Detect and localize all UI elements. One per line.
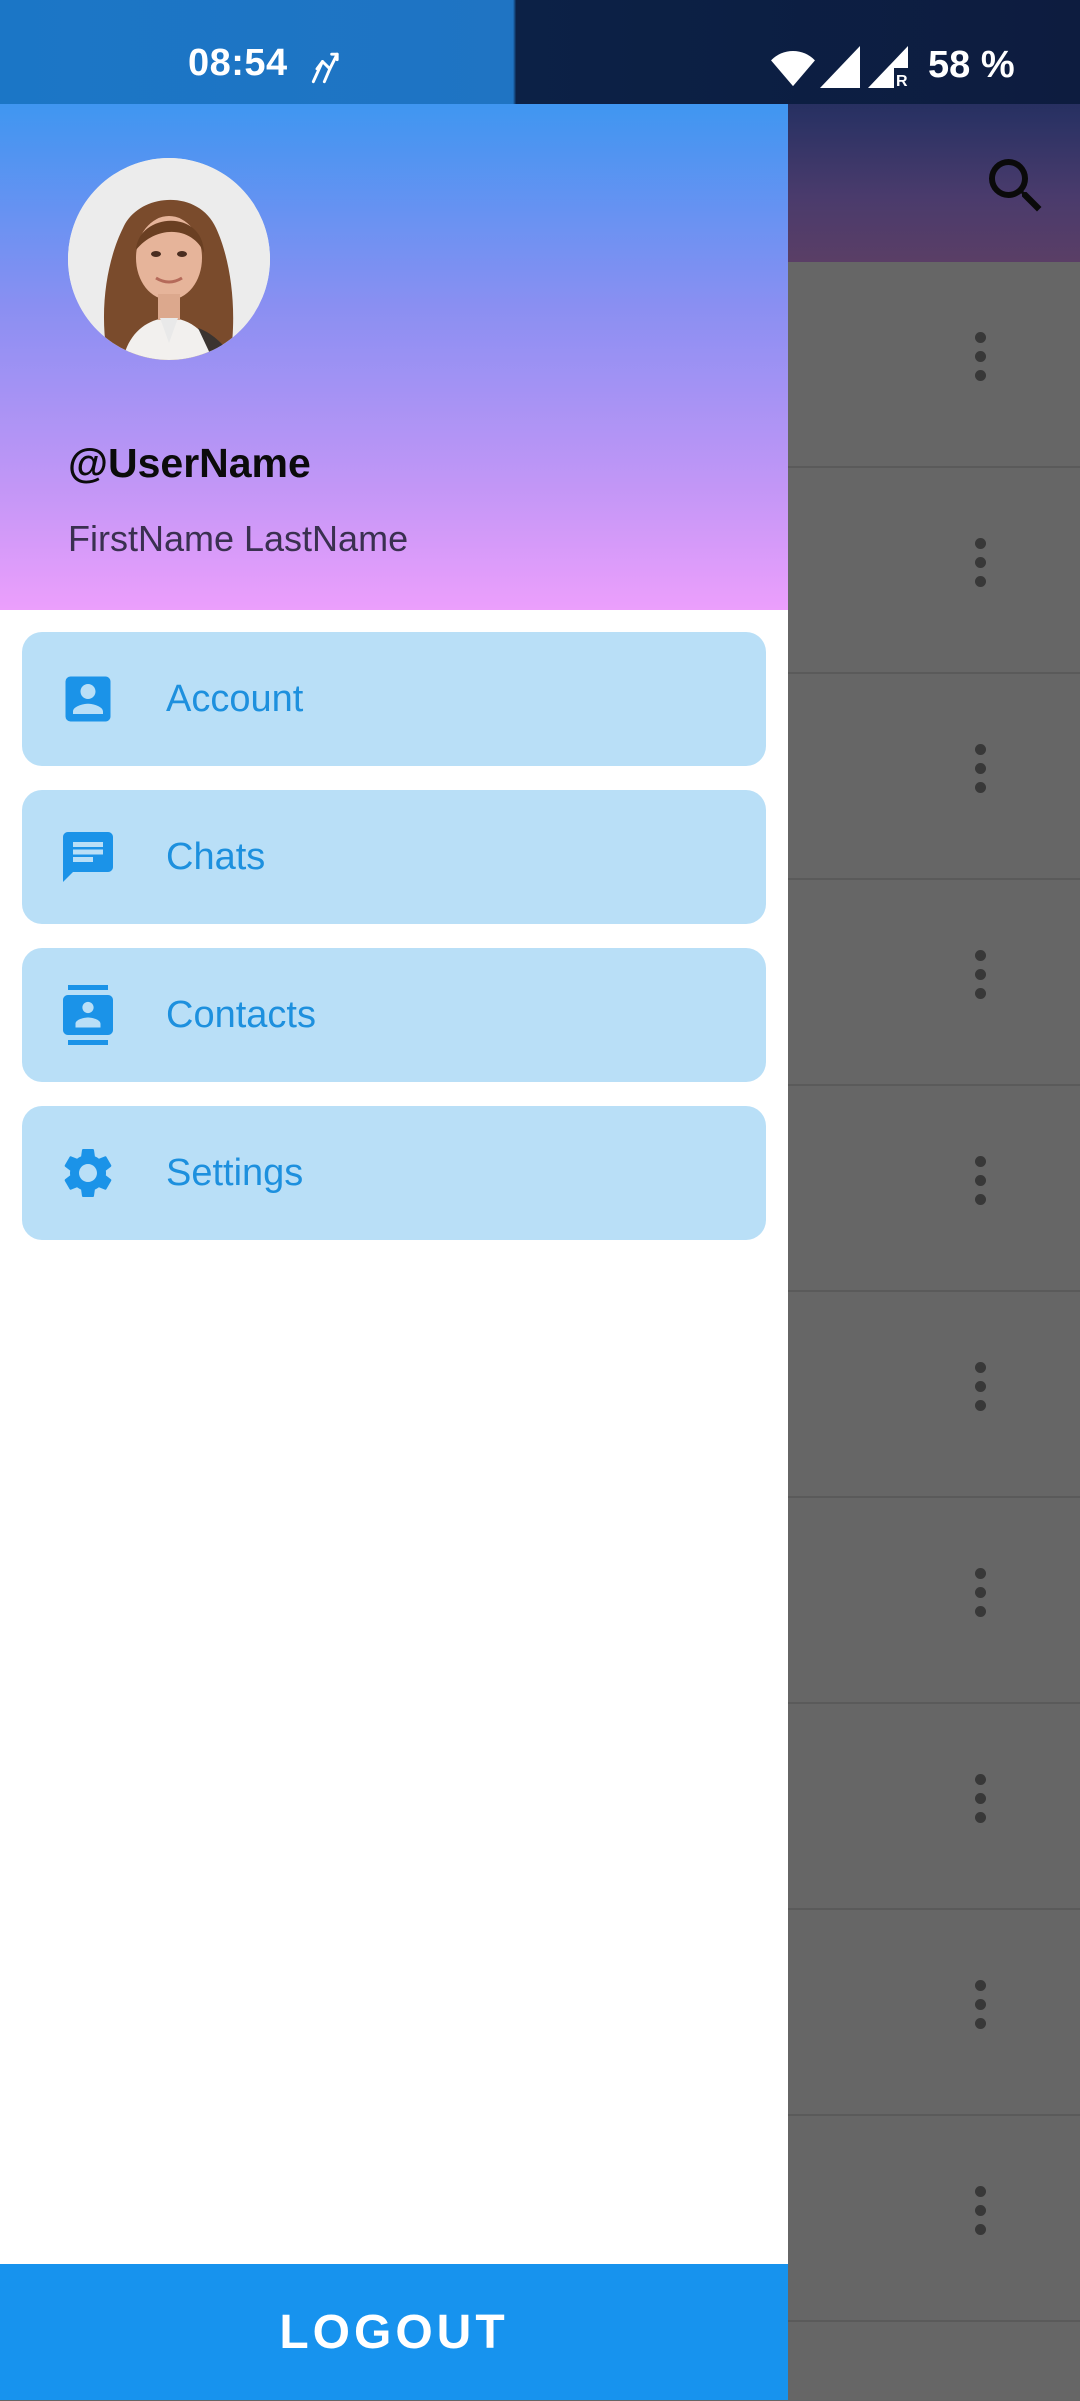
- more-vert-icon[interactable]: [960, 332, 1000, 398]
- more-vert-icon[interactable]: [960, 1774, 1000, 1840]
- signal-icon: [820, 46, 860, 88]
- more-vert-icon[interactable]: [960, 2186, 1000, 2252]
- more-vert-icon[interactable]: [960, 1568, 1000, 1634]
- more-vert-icon[interactable]: [960, 1156, 1000, 1222]
- chat-icon: [58, 827, 118, 887]
- more-vert-icon[interactable]: [960, 744, 1000, 810]
- logout-button[interactable]: LOGOUT: [0, 2264, 788, 2400]
- username: @UserName: [68, 440, 311, 486]
- drawer-header: @UserName FirstName LastName: [0, 104, 788, 610]
- more-vert-icon[interactable]: [960, 1980, 1000, 2046]
- full-name: FirstName LastName: [68, 518, 409, 559]
- more-vert-icon[interactable]: [960, 538, 1000, 604]
- more-vert-icon[interactable]: [960, 1362, 1000, 1428]
- menu-item-label: Contacts: [166, 994, 316, 1036]
- avatar[interactable]: [68, 158, 270, 360]
- menu-item-settings[interactable]: Settings: [22, 1106, 766, 1240]
- menu-item-account[interactable]: Account: [22, 632, 766, 766]
- gear-icon: [58, 1143, 118, 1203]
- navigation-drawer: @UserName FirstName LastName Account Cha…: [0, 104, 788, 2400]
- more-vert-icon[interactable]: [960, 950, 1000, 1016]
- menu-item-chats[interactable]: Chats: [22, 790, 766, 924]
- menu-item-contacts[interactable]: Contacts: [22, 948, 766, 1082]
- account-box-icon: [58, 669, 118, 729]
- contacts-icon: [58, 985, 118, 1045]
- menu-item-label: Chats: [166, 836, 266, 878]
- search-icon[interactable]: [980, 150, 1052, 222]
- battery-level: 58 %: [928, 44, 1015, 86]
- signal-roaming-icon: R: [868, 46, 908, 90]
- status-bar: 08:54 R 58 %: [0, 0, 1080, 104]
- wifi-icon: [770, 46, 816, 88]
- menu-item-label: Account: [166, 678, 304, 720]
- menu-item-label: Settings: [166, 1152, 304, 1194]
- data-transfer-icon: [306, 45, 350, 89]
- status-time: 08:54: [188, 42, 288, 84]
- svg-text:R: R: [896, 73, 908, 88]
